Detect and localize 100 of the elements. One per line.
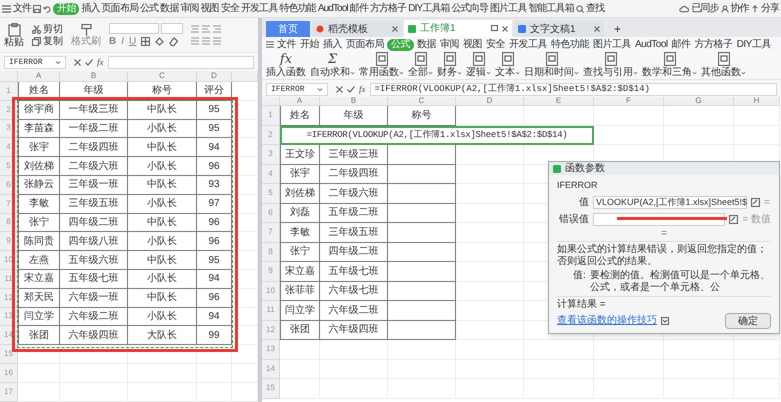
menu-tab[interactable]: 方方格子 bbox=[370, 1, 406, 16]
column-header[interactable]: A bbox=[280, 97, 320, 106]
check-icon[interactable] bbox=[85, 59, 93, 66]
menu-tab[interactable]: DIY工具箱 bbox=[408, 1, 450, 16]
menu-tab[interactable]: 视图 bbox=[200, 1, 219, 16]
border-icon[interactable] bbox=[141, 37, 150, 46]
collapse-dialog-icon[interactable] bbox=[729, 214, 738, 224]
grid-cell[interactable] bbox=[280, 360, 320, 379]
check-icon[interactable] bbox=[347, 86, 355, 93]
grid-cell[interactable] bbox=[456, 301, 524, 320]
fill-color-icon[interactable] bbox=[155, 37, 164, 46]
select-all-corner[interactable] bbox=[0, 71, 18, 82]
menu-tab[interactable]: 公式 bbox=[140, 1, 158, 16]
caret-icon[interactable] bbox=[399, 70, 404, 74]
ribbon-button[interactable]: 数学和三角 bbox=[642, 67, 692, 78]
menu-tab[interactable]: 邮件 bbox=[350, 1, 368, 16]
grid-cell[interactable] bbox=[18, 382, 60, 402]
search-link[interactable]: 查找 bbox=[586, 1, 604, 16]
menu-tab[interactable]: 文件 bbox=[13, 1, 32, 16]
caret-icon[interactable] bbox=[692, 70, 697, 74]
ribbon-button[interactable]: 逻辑 bbox=[466, 67, 486, 78]
share-icon[interactable] bbox=[750, 4, 759, 12]
grid-cell[interactable] bbox=[456, 145, 524, 164]
copy-icon[interactable] bbox=[32, 36, 41, 46]
menu-tab[interactable]: 文件 bbox=[276, 37, 297, 52]
ribbon-button[interactable]: 常用函数 bbox=[359, 67, 399, 78]
menu-tab[interactable]: 公式向导 bbox=[452, 1, 488, 16]
menu-tab[interactable]: 开始 bbox=[299, 37, 320, 52]
menu-tab[interactable]: 方方格子 bbox=[694, 37, 734, 52]
grid-cell[interactable] bbox=[197, 345, 232, 364]
search-icon[interactable] bbox=[576, 4, 584, 12]
grid-cell[interactable] bbox=[128, 345, 197, 364]
close-icon[interactable] bbox=[392, 26, 398, 32]
grid-cell[interactable] bbox=[388, 340, 456, 360]
grid-cell[interactable] bbox=[456, 282, 524, 301]
column-header[interactable]: C bbox=[128, 71, 197, 82]
menu-tab[interactable]: 图片工具 bbox=[490, 1, 526, 16]
pin-icon[interactable] bbox=[491, 25, 498, 32]
column-header[interactable]: B bbox=[60, 71, 128, 82]
menu-tab[interactable]: 安全 bbox=[485, 37, 506, 52]
grid-cell[interactable] bbox=[594, 340, 664, 360]
grid-cell[interactable] bbox=[456, 340, 524, 360]
column-header[interactable]: H bbox=[734, 97, 780, 106]
scissors-icon[interactable] bbox=[32, 24, 41, 34]
cancel-icon[interactable] bbox=[336, 86, 343, 93]
document-tab[interactable]: 首页 bbox=[266, 21, 310, 37]
caret-icon[interactable] bbox=[574, 70, 579, 74]
help-link[interactable]: 查看该函数的操作技巧 bbox=[557, 313, 657, 328]
menu-tab[interactable]: AudTool bbox=[634, 37, 669, 52]
grid-cell[interactable] bbox=[456, 320, 524, 340]
ribbon-button[interactable]: 全部 bbox=[408, 67, 428, 78]
grid-cell[interactable] bbox=[456, 204, 524, 223]
document-tab[interactable]: 工作簿1 bbox=[404, 20, 512, 37]
align-icon[interactable] bbox=[191, 24, 221, 34]
menu-tab[interactable]: 智能工具箱 bbox=[528, 1, 574, 16]
column-header[interactable]: F bbox=[594, 97, 664, 106]
collapse-dialog-icon[interactable] bbox=[751, 198, 760, 206]
column-header[interactable]: E bbox=[524, 97, 594, 106]
caret-icon[interactable] bbox=[350, 70, 355, 74]
grid-cell[interactable] bbox=[664, 106, 734, 126]
menu-tab[interactable]: 页面布局 bbox=[102, 1, 138, 16]
ribbon-button[interactable]: 插入函数 bbox=[266, 67, 306, 78]
share-button[interactable]: 分享 bbox=[760, 1, 779, 16]
caret-icon[interactable] bbox=[741, 70, 746, 74]
ribbon-button[interactable]: 自动求和 bbox=[310, 67, 350, 78]
grid-cell[interactable] bbox=[594, 126, 664, 145]
grid-cell[interactable] bbox=[456, 184, 524, 204]
grid-cell[interactable] bbox=[456, 262, 524, 282]
menu-tab[interactable]: 开发工具 bbox=[241, 1, 278, 16]
caret-icon[interactable] bbox=[55, 60, 61, 65]
grid-cell[interactable] bbox=[18, 364, 60, 383]
menu-tab[interactable]: 插入 bbox=[81, 1, 100, 16]
column-header[interactable]: D bbox=[456, 97, 524, 106]
menu-tab[interactable]: 特色功能 bbox=[279, 1, 316, 16]
close-icon[interactable] bbox=[594, 26, 600, 32]
caret-icon[interactable] bbox=[515, 70, 520, 74]
caret-icon[interactable] bbox=[457, 70, 462, 74]
menu-tab[interactable]: 开发工具 bbox=[508, 37, 548, 52]
clipboard-icon[interactable] bbox=[8, 22, 20, 36]
menu-tab[interactable]: 审阅 bbox=[180, 1, 199, 16]
formula-input[interactable]: =IFERROR(VLOOKUP(A2,[工作簿1.xlsx]Sheet5!$A$2:$D$14) bbox=[370, 83, 777, 96]
ribbon-label[interactable]: 粘贴 bbox=[4, 36, 24, 48]
fx-button[interactable]: fx bbox=[97, 56, 104, 70]
name-box[interactable]: IFERROR bbox=[266, 83, 328, 96]
menu-tab[interactable]: 邮件 bbox=[670, 37, 692, 52]
menu-tab[interactable]: 视图 bbox=[462, 37, 483, 52]
menu-tab[interactable]: AudTool bbox=[318, 1, 348, 16]
grid-cell[interactable] bbox=[60, 345, 128, 364]
column-header[interactable]: D bbox=[197, 71, 232, 82]
menu-icon[interactable] bbox=[2, 4, 11, 12]
ribbon-button[interactable]: 财务 bbox=[437, 67, 457, 78]
menu-tab[interactable]: 图片工具 bbox=[592, 37, 632, 52]
ribbon-label[interactable]: 复制 bbox=[43, 36, 63, 46]
formula-input[interactable] bbox=[108, 56, 254, 69]
caret-icon[interactable] bbox=[633, 70, 638, 74]
font-size-field[interactable] bbox=[161, 23, 183, 34]
select-all-corner[interactable] bbox=[262, 97, 280, 106]
menu-tab[interactable]: DIY工具 bbox=[736, 37, 772, 52]
close-icon[interactable] bbox=[502, 26, 508, 32]
grid-cell[interactable] bbox=[456, 223, 524, 242]
